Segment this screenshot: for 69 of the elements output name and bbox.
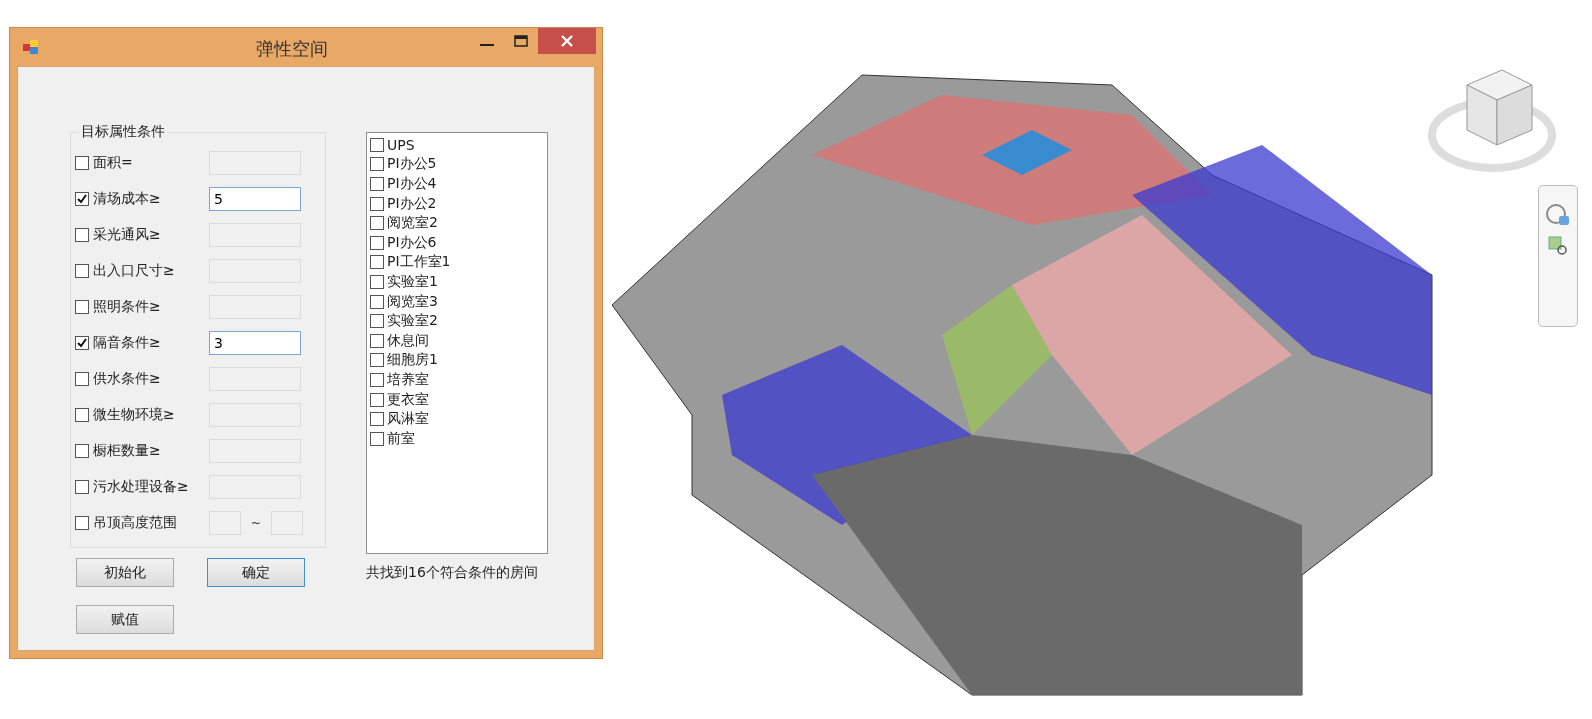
checkbox[interactable]	[370, 353, 384, 368]
app-icon	[23, 40, 39, 54]
checkbox[interactable]	[370, 431, 384, 446]
condition-label: 橱柜数量≥	[93, 442, 161, 460]
condition-label: 吊顶高度范围	[93, 514, 177, 532]
room-item[interactable]: 培养室	[387, 370, 429, 389]
checkbox[interactable]	[75, 408, 89, 422]
condition-label: 清场成本≥	[93, 190, 161, 208]
group-title: 目标属性条件	[80, 123, 166, 141]
checkbox[interactable]	[75, 228, 89, 242]
room-item[interactable]: 阅览室2	[387, 214, 438, 233]
condition-label: 微生物环境≥	[93, 406, 175, 424]
condition-label: 面积=	[93, 154, 133, 172]
window-title: 弹性空间	[256, 37, 328, 61]
condition-label: 出入口尺寸≥	[93, 262, 175, 280]
zoom-icon[interactable]	[1548, 236, 1568, 256]
close-button[interactable]	[538, 28, 596, 54]
checkbox[interactable]	[370, 412, 384, 427]
room-item[interactable]: UPS	[387, 136, 415, 153]
checkbox[interactable]	[370, 216, 384, 231]
checkbox[interactable]	[75, 300, 89, 314]
checkbox[interactable]	[370, 157, 384, 172]
condition-label: 采光通风≥	[93, 226, 161, 244]
room-item[interactable]: 阅览室3	[387, 292, 438, 311]
room-item[interactable]: PI办公4	[387, 175, 437, 193]
checkbox[interactable]	[370, 196, 384, 211]
checkbox[interactable]	[75, 372, 89, 386]
room-item[interactable]: PI办公6	[387, 233, 437, 252]
condition-label: 照明条件≥	[93, 298, 161, 316]
checkbox[interactable]	[75, 444, 89, 458]
checkbox[interactable]	[370, 392, 384, 407]
result-text: 共找到16个符合条件的房间	[366, 564, 539, 582]
condition-label: 污水处理设备≥	[93, 478, 189, 496]
close-icon	[561, 35, 573, 47]
condition-label: 供水条件≥	[93, 370, 161, 388]
minimize-icon	[480, 44, 494, 46]
checkbox[interactable]	[370, 294, 384, 309]
checkbox[interactable]	[370, 314, 384, 329]
room-item[interactable]: 前室	[387, 429, 415, 448]
checkbox[interactable]	[75, 156, 89, 170]
checkbox[interactable]	[370, 255, 384, 270]
checkbox[interactable]	[75, 264, 89, 278]
checkbox[interactable]	[75, 516, 89, 530]
checkbox[interactable]	[370, 177, 384, 191]
room-item[interactable]: 休息间	[387, 331, 429, 350]
value-field[interactable]: 5	[209, 187, 301, 211]
room-item[interactable]: PI办公5	[387, 155, 437, 174]
value-field[interactable]: 3	[209, 331, 301, 355]
dialog-button[interactable]: 赋值	[76, 605, 174, 634]
room-item[interactable]: 细胞房1	[387, 351, 438, 370]
range-separator: ~	[249, 516, 263, 530]
room-item[interactable]: PI工作室1	[387, 253, 451, 272]
checkbox[interactable]	[370, 333, 384, 348]
dialog-button[interactable]: 确定	[207, 558, 305, 587]
checkbox[interactable]	[370, 372, 384, 387]
checkbox[interactable]	[370, 274, 384, 289]
checkbox[interactable]	[370, 137, 384, 152]
checkbox[interactable]	[75, 480, 89, 494]
checkbox[interactable]	[75, 192, 89, 206]
room-item[interactable]: 实验室2	[387, 312, 438, 331]
room-item[interactable]: PI办公2	[387, 194, 437, 213]
room-item[interactable]: 更衣室	[387, 390, 429, 409]
dialog-button[interactable]: 初始化	[76, 558, 174, 587]
room-item[interactable]: 风淋室	[387, 410, 429, 429]
condition-label: 隔音条件≥	[93, 334, 161, 352]
checkbox[interactable]	[75, 336, 89, 350]
maximize-icon	[514, 35, 528, 47]
room-item[interactable]: 实验室1	[387, 272, 438, 291]
checkbox[interactable]	[370, 235, 384, 250]
